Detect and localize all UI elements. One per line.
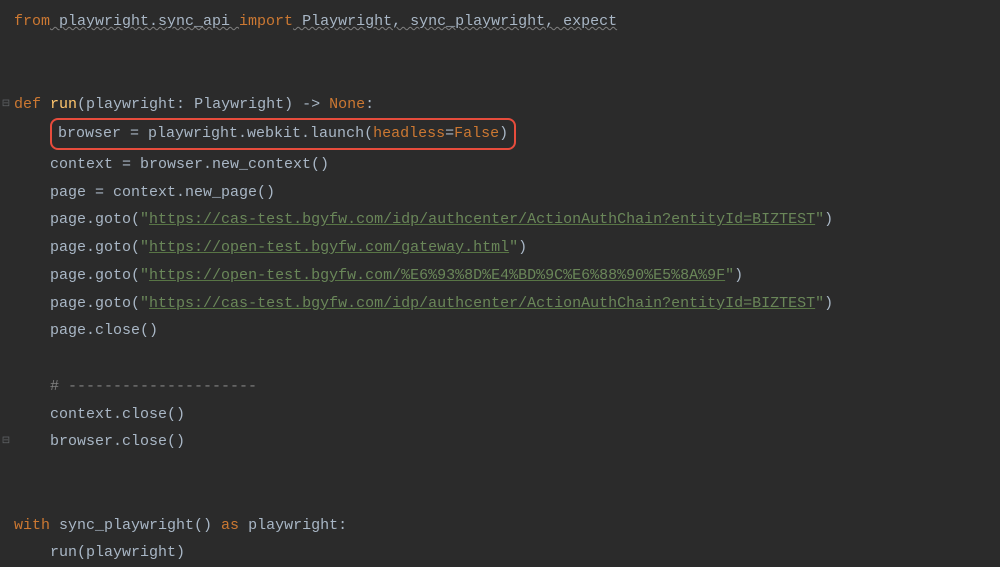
quote: ": [140, 267, 149, 284]
paren-close: ): [499, 125, 508, 142]
var: playwright:: [248, 517, 347, 534]
code-line[interactable]: context = browser.new_context(): [14, 151, 1000, 179]
keyword-as: as: [221, 517, 248, 534]
import-names: Playwright, sync_playwright, expect: [293, 13, 617, 30]
code-line-import[interactable]: from playwright.sync_api import Playwrig…: [14, 8, 1000, 36]
kwarg-value: False: [454, 125, 499, 142]
paren-close: ): [824, 211, 833, 228]
quote: ": [140, 239, 149, 256]
indent: [14, 126, 50, 143]
url-string[interactable]: https://open-test.bgyfw.com/gateway.html: [149, 239, 509, 256]
paren-close: ): [824, 295, 833, 312]
quote: ": [815, 211, 824, 228]
code-line[interactable]: context.close(): [14, 401, 1000, 429]
module-name: playwright.sync_api: [50, 13, 239, 30]
call-prefix: page.goto(: [14, 239, 140, 256]
blank-line[interactable]: [14, 456, 1000, 484]
fold-gutter-icon[interactable]: ⊟: [0, 428, 12, 456]
paren-close: ): [734, 267, 743, 284]
arrow: ) ->: [284, 96, 329, 113]
code-line[interactable]: page = context.new_page(): [14, 179, 1000, 207]
highlight-box: browser = playwright.webkit.launch(headl…: [50, 118, 516, 150]
url-string[interactable]: https://cas-test.bgyfw.com/idp/authcente…: [149, 211, 815, 228]
kwarg-name: headless: [373, 125, 445, 142]
quote: ": [140, 211, 149, 228]
code-line-with[interactable]: with sync_playwright() as playwright:: [14, 512, 1000, 540]
code-line-goto[interactable]: page.goto("https://open-test.bgyfw.com/%…: [14, 262, 1000, 290]
call-prefix: page.goto(: [14, 295, 140, 312]
blank-line[interactable]: [14, 36, 1000, 64]
code-line-goto[interactable]: page.goto("https://cas-test.bgyfw.com/id…: [14, 206, 1000, 234]
colon: :: [365, 96, 374, 113]
call-prefix: page.goto(: [14, 211, 140, 228]
return-type: None: [329, 96, 365, 113]
call: sync_playwright(): [59, 517, 221, 534]
url-string[interactable]: https://open-test.bgyfw.com/%E6%93%8D%E4…: [149, 267, 725, 284]
keyword-from: from: [14, 13, 50, 30]
function-name: run: [50, 96, 77, 113]
blank-line[interactable]: [14, 64, 1000, 92]
quote: ": [140, 295, 149, 312]
quote: ": [725, 267, 734, 284]
keyword-def: def: [14, 96, 50, 113]
keyword-import: import: [239, 13, 293, 30]
call-prefix: page.goto(: [14, 267, 140, 284]
code-line-comment[interactable]: # ---------------------: [14, 373, 1000, 401]
keyword-with: with: [14, 517, 59, 534]
quote: ": [815, 295, 824, 312]
func-params: playwright: Playwright: [86, 96, 284, 113]
code-line[interactable]: ⊟ browser.close(): [14, 428, 1000, 456]
code-line[interactable]: page.close(): [14, 317, 1000, 345]
code-line-highlighted[interactable]: browser = playwright.webkit.launch(headl…: [14, 119, 1000, 151]
equals: =: [445, 125, 454, 142]
blank-line[interactable]: [14, 484, 1000, 512]
url-string[interactable]: https://cas-test.bgyfw.com/idp/authcente…: [149, 295, 815, 312]
code-text: browser.close(): [14, 433, 185, 450]
paren-open: (: [77, 96, 86, 113]
code-line-def[interactable]: ⊟def run(playwright: Playwright) -> None…: [14, 91, 1000, 119]
code-line-goto[interactable]: page.goto("https://open-test.bgyfw.com/g…: [14, 234, 1000, 262]
code-text: browser = playwright.webkit.launch(: [58, 125, 373, 142]
blank-line[interactable]: [14, 345, 1000, 373]
paren-close: ): [518, 239, 527, 256]
quote: ": [509, 239, 518, 256]
code-line-goto[interactable]: page.goto("https://cas-test.bgyfw.com/id…: [14, 290, 1000, 318]
fold-gutter-icon[interactable]: ⊟: [0, 91, 12, 119]
code-line[interactable]: run(playwright): [14, 539, 1000, 567]
